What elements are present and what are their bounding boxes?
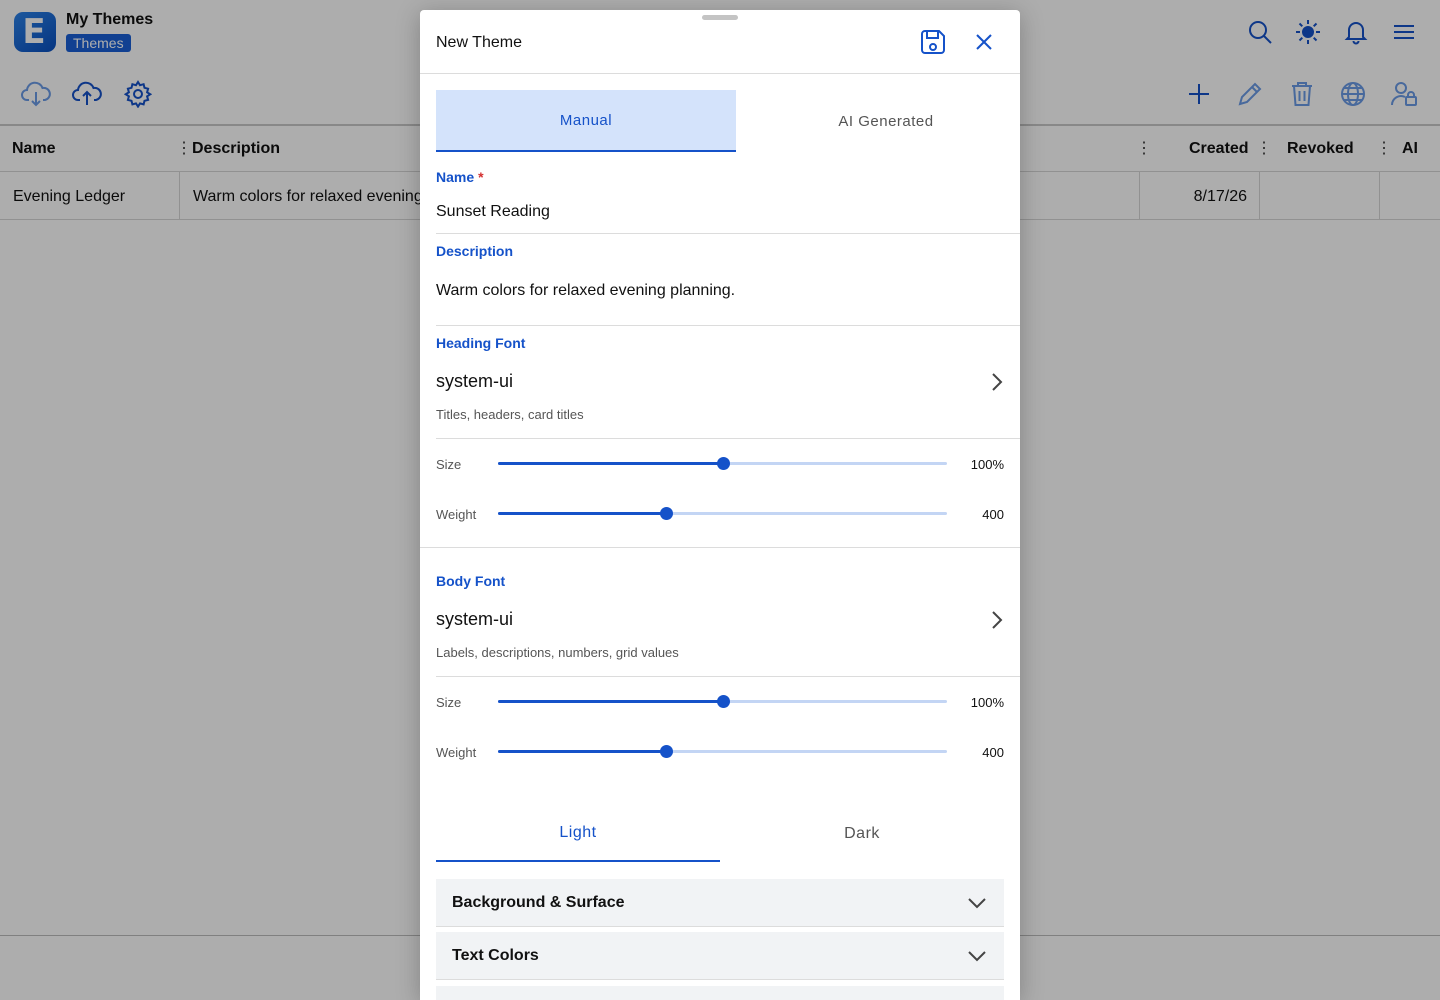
chevron-right-icon[interactable] [986, 609, 1008, 631]
slider-thumb[interactable] [716, 457, 730, 470]
dialog-title: New Theme [436, 34, 522, 51]
slider-thumb[interactable] [660, 745, 674, 758]
chevron-down-icon [966, 945, 988, 967]
close-button[interactable] [967, 25, 1001, 59]
section-more[interactable] [436, 986, 1004, 1000]
heading-font-label: Heading Font [436, 335, 526, 351]
body-font-picker[interactable]: system-ui [436, 609, 513, 630]
body-weight-slider[interactable] [498, 745, 947, 758]
name-field[interactable]: Sunset Reading [436, 203, 550, 221]
tab-manual[interactable]: Manual [436, 90, 736, 152]
required-mark: * [478, 169, 484, 185]
chevron-down-icon [966, 892, 988, 914]
heading-weight-value: 400 [982, 507, 1004, 522]
body-size-label: Size [436, 695, 462, 710]
drag-handle[interactable] [702, 15, 738, 20]
close-icon [976, 34, 992, 50]
heading-weight-label: Weight [436, 507, 477, 522]
heading-font-hint: Titles, headers, card titles [436, 407, 584, 422]
section-title: Background & Surface [452, 894, 625, 911]
description-label: Description [436, 243, 514, 259]
tab-ai-generated[interactable]: AI Generated [736, 90, 1020, 152]
heading-size-slider[interactable] [498, 457, 947, 470]
slider-thumb[interactable] [716, 695, 730, 708]
body-size-value: 100% [970, 695, 1004, 710]
tab-dark[interactable]: Dark [720, 806, 1004, 862]
new-theme-dialog: New Theme Manual AI Generated Name * Suns… [420, 10, 1020, 1000]
heading-weight-slider[interactable] [498, 507, 947, 520]
body-weight-label: Weight [436, 745, 477, 760]
save-icon [921, 30, 945, 54]
save-button[interactable] [916, 25, 950, 59]
description-field[interactable]: Warm colors for relaxed evening planning… [436, 282, 735, 300]
body-font-hint: Labels, descriptions, numbers, grid valu… [436, 645, 679, 660]
body-weight-value: 400 [982, 745, 1004, 760]
section-text-colors[interactable]: Text Colors [436, 932, 1004, 980]
name-label: Name * [436, 169, 484, 185]
section-background-surface[interactable]: Background & Surface [436, 879, 1004, 927]
heading-font-picker[interactable]: system-ui [436, 371, 513, 392]
heading-size-label: Size [436, 457, 462, 472]
slider-thumb[interactable] [660, 507, 674, 520]
chevron-right-icon[interactable] [986, 371, 1008, 393]
section-title: Text Colors [452, 947, 539, 964]
body-size-slider[interactable] [498, 695, 947, 708]
tab-light[interactable]: Light [436, 806, 720, 862]
heading-size-value: 100% [970, 457, 1004, 472]
body-font-label: Body Font [436, 573, 506, 589]
